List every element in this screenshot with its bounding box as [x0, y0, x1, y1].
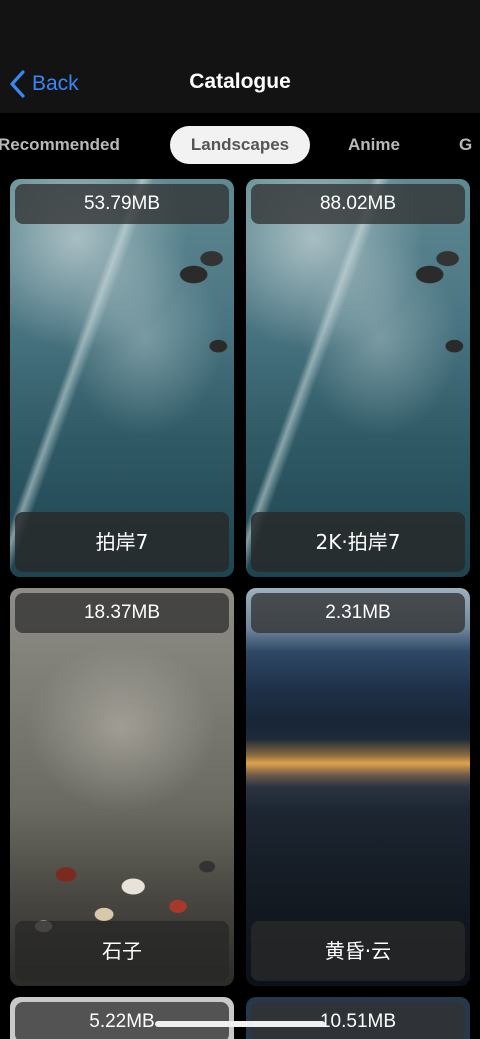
wallpaper-card[interactable]: 10.51MB: [246, 997, 470, 1039]
file-size-badge: 18.37MB: [15, 593, 229, 633]
file-size-badge: 53.79MB: [15, 184, 229, 224]
wallpaper-card[interactable]: 5.22MB: [10, 997, 234, 1039]
tab-anime[interactable]: Anime: [348, 126, 418, 164]
wallpaper-title: 2K·拍岸7: [251, 512, 465, 572]
tab-recommended[interactable]: Recommended: [0, 126, 148, 164]
home-indicator[interactable]: [155, 1021, 325, 1027]
file-size-badge: 2.31MB: [251, 593, 465, 633]
wallpaper-title: 黄昏·云: [251, 921, 465, 981]
wallpaper-title: 拍岸7: [15, 512, 229, 572]
wallpaper-card[interactable]: 88.02MB 2K·拍岸7: [246, 179, 470, 577]
wallpaper-card[interactable]: 2.31MB 黄昏·云: [246, 588, 470, 986]
file-size-badge: 88.02MB: [251, 184, 465, 224]
wallpaper-card[interactable]: 53.79MB 拍岸7: [10, 179, 234, 577]
wallpaper-title: 石子: [15, 921, 229, 981]
status-bar: [0, 0, 480, 56]
tab-partial[interactable]: G: [459, 126, 480, 164]
page-title: Catalogue: [189, 70, 291, 93]
wallpaper-card[interactable]: 18.37MB 石子: [10, 588, 234, 986]
tab-landscapes[interactable]: Landscapes: [170, 126, 310, 164]
category-tabs: Recommended Landscapes Anime G: [0, 113, 480, 177]
navigation-bar: Back Catalogue: [0, 56, 480, 113]
